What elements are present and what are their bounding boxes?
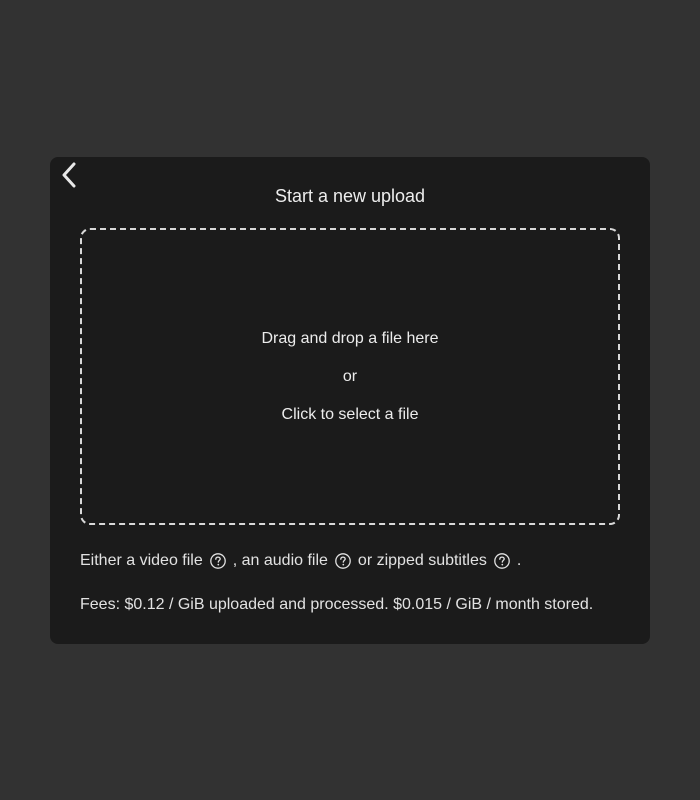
dropzone-click-text[interactable]: Click to select a file — [282, 405, 419, 424]
accepted-files-info: Either a video file , an audio file or z… — [80, 552, 521, 570]
info-audio-text: , an audio file — [232, 552, 328, 569]
dialog-title: Start a new upload — [274, 186, 426, 206]
info-video-text: Either a video file — [80, 552, 203, 569]
video-help-icon[interactable] — [209, 552, 227, 570]
info-period-text: . — [516, 552, 522, 569]
info-subtitles-text: or zipped subtitles — [357, 552, 487, 569]
dropzone-or-text: or — [342, 368, 358, 385]
upload-dialog: Start a new upload Drag and drop a file … — [50, 157, 650, 644]
file-dropzone[interactable]: Drag and drop a file here or Click to se… — [80, 228, 620, 525]
subtitles-help-icon[interactable] — [493, 552, 511, 570]
fees-text: Fees: $0.12 / GiB uploaded and processed… — [80, 596, 594, 613]
audio-help-icon[interactable] — [334, 552, 352, 570]
dropzone-drag-text: Drag and drop a file here — [261, 330, 439, 347]
